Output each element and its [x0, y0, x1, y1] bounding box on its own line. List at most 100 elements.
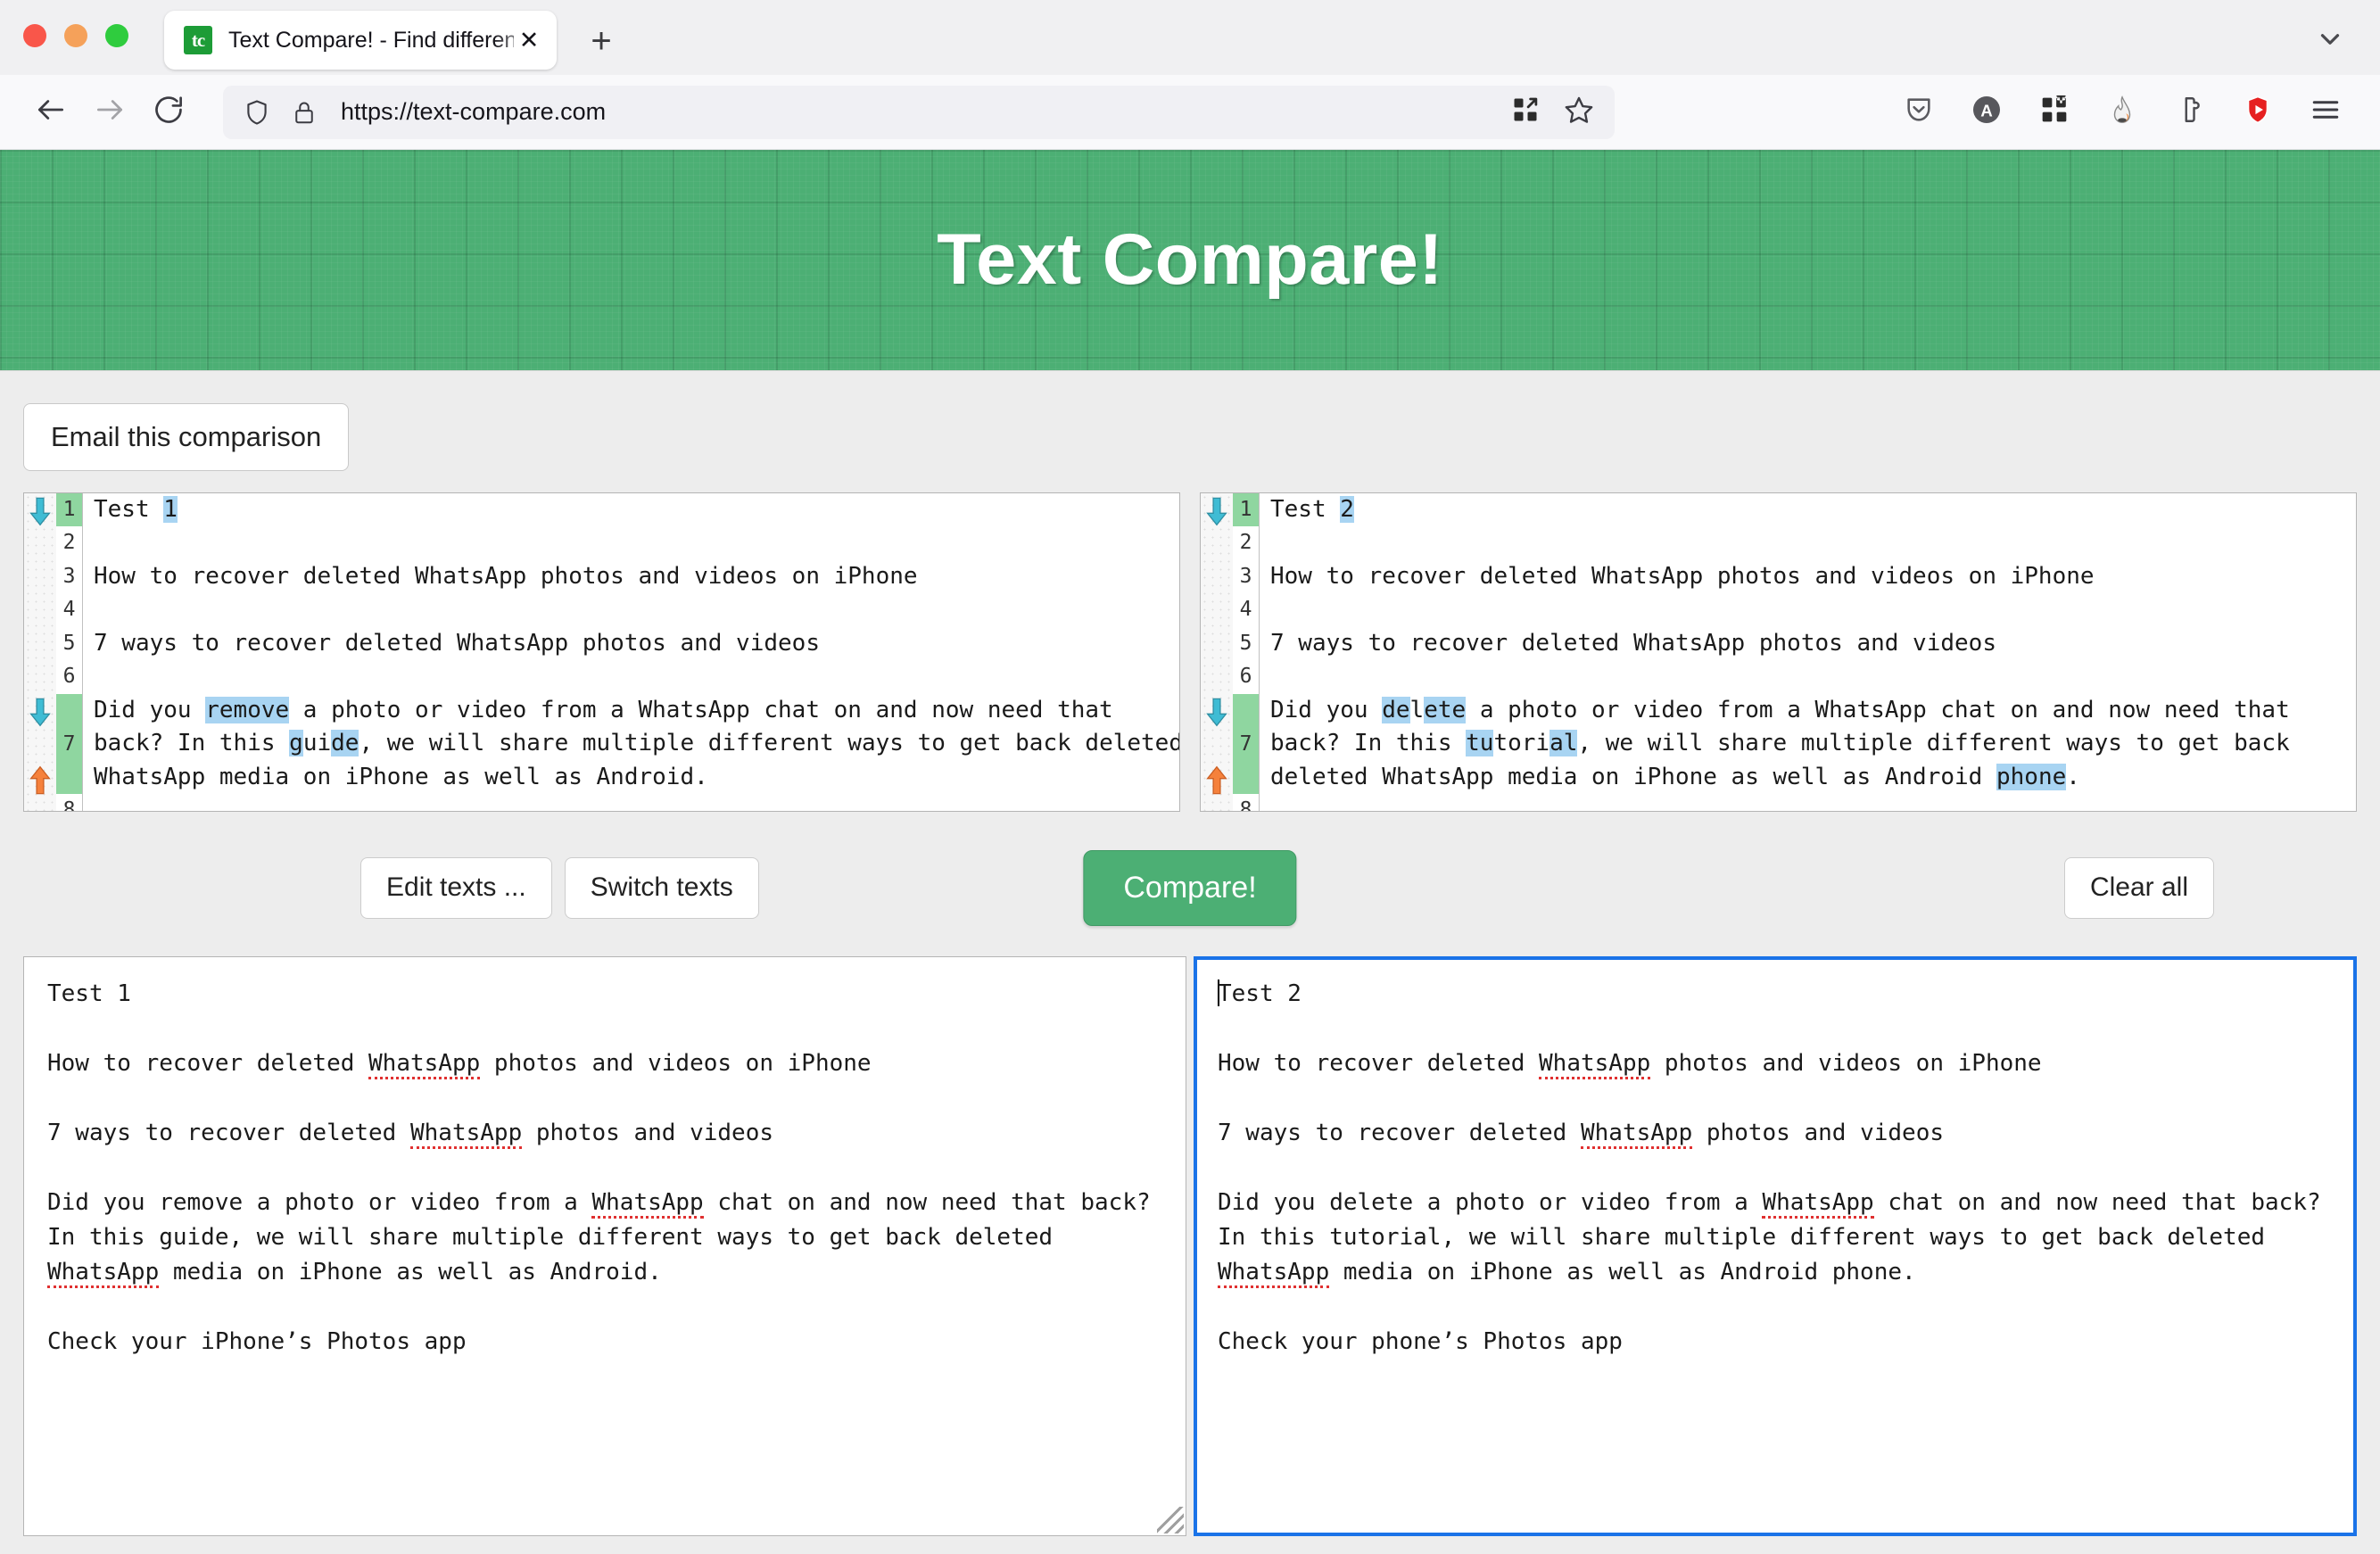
ta-right-l5-a: 7 ways to recover deleted — [1218, 1119, 1581, 1146]
diff-results: 1 2 3 4 5 6 7 8 9 Test 1 How to recover … — [23, 492, 2357, 812]
close-window-button[interactable] — [23, 24, 46, 47]
ta-right-l3-a: How to recover deleted — [1218, 1049, 1540, 1077]
diff-marker-down-icon[interactable] — [1205, 497, 1228, 527]
email-row: Email this comparison — [23, 371, 2357, 492]
list-all-tabs-button[interactable] — [2307, 20, 2353, 62]
ta-right-misspelled: WhatsApp — [1218, 1258, 1330, 1288]
pocket-save-button[interactable] — [1891, 85, 1946, 140]
chevron-down-icon — [2315, 24, 2345, 59]
address-bar[interactable]: https://text-compare.com — [223, 85, 1615, 139]
extensions-grid-icon — [1512, 96, 1539, 128]
diff-highlight: de — [1382, 696, 1410, 723]
diff-panel-left[interactable]: 1 2 3 4 5 6 7 8 9 Test 1 How to recover … — [23, 492, 1180, 812]
resize-handle[interactable] — [1157, 1507, 1184, 1533]
puzzle-extension-button[interactable] — [2162, 85, 2218, 140]
diff-para-c-mid: ui — [302, 730, 332, 757]
diff-para-e-post: . — [2066, 763, 2080, 790]
close-tab-button[interactable]: ✕ — [514, 25, 544, 55]
line-number: 5 — [1239, 631, 1252, 655]
diff-highlight: phone — [1996, 763, 2067, 790]
ta-left-l3-b: photos and videos on iPhone — [480, 1049, 872, 1077]
ta-left-misspelled: WhatsApp — [368, 1049, 481, 1079]
extensions-button[interactable] — [1502, 89, 1549, 136]
line-number: 7 — [56, 693, 82, 795]
browser-toolbar-actions: A — [1891, 85, 2357, 140]
flame-extension-button[interactable] — [2095, 85, 2150, 140]
app-menu-button[interactable] — [2298, 85, 2353, 140]
bookmark-button[interactable] — [1556, 89, 1602, 136]
line-number: 1 — [1233, 492, 1259, 527]
line-number: 6 — [1239, 665, 1252, 689]
line-number: 3 — [1239, 564, 1252, 588]
text-input-left[interactable]: Test 1 How to recover deleted WhatsApp p… — [23, 955, 1186, 1536]
line-number: 4 — [62, 598, 76, 622]
diff-para-c: back? In this — [1270, 730, 1467, 757]
line-number: 5 — [62, 631, 76, 655]
tab-strip: tc Text Compare! - Find differences ✕ + — [0, 0, 2380, 75]
diff-marker-down-icon[interactable] — [29, 698, 52, 728]
line-number: 8 — [1239, 798, 1252, 812]
page-viewport: Text Compare! Email this comparison 1 2 … — [0, 150, 2380, 1554]
navigation-toolbar: https://text-compare.com A — [0, 75, 2380, 150]
diff-para-c-mid: tori — [1493, 730, 1550, 757]
reload-button[interactable] — [141, 85, 196, 140]
diff-line-numbers-right: 1 2 3 4 5 6 7 8 9 — [1233, 492, 1260, 812]
ta-right-l7-a: Did you delete a photo or video from a — [1218, 1188, 1763, 1216]
diff-marker-down-icon[interactable] — [29, 497, 52, 527]
page-title: Text Compare! — [937, 219, 1443, 300]
url-text[interactable]: https://text-compare.com — [341, 98, 1497, 126]
back-button[interactable] — [23, 85, 79, 140]
account-button[interactable]: A — [1959, 85, 2014, 140]
diff-highlight: al — [1549, 730, 1578, 757]
ta-left-l5-b: photos and videos — [522, 1119, 773, 1146]
diff-marker-up-icon[interactable] — [1205, 765, 1228, 795]
padlock-icon[interactable] — [284, 99, 325, 126]
line-number: 1 — [56, 492, 82, 527]
diff-line-1-pre: Test — [94, 495, 164, 523]
forward-arrow-icon — [93, 93, 127, 131]
ta-right-l5-b: photos and videos — [1692, 1119, 1944, 1146]
compare-button[interactable]: Compare! — [1083, 850, 1297, 927]
diff-highlight: de — [331, 730, 359, 757]
diff-highlight: g — [289, 730, 303, 757]
puzzle-piece-icon — [2175, 95, 2205, 129]
line-number: 2 — [1239, 531, 1252, 555]
add-extension-button[interactable] — [2027, 85, 2082, 140]
ta-left-l3-a: How to recover deleted — [47, 1049, 369, 1077]
ta-right-misspelled: WhatsApp — [1581, 1119, 1693, 1149]
diff-marker-down-icon[interactable] — [1205, 698, 1228, 728]
diff-marker-up-icon[interactable] — [29, 765, 52, 795]
flame-icon — [2107, 95, 2137, 129]
new-tab-button[interactable]: + — [580, 20, 623, 62]
browser-tab[interactable]: tc Text Compare! - Find differences ✕ — [164, 11, 557, 70]
maximize-window-button[interactable] — [105, 24, 128, 47]
diff-highlight: remove — [205, 696, 290, 723]
email-comparison-button[interactable]: Email this comparison — [23, 403, 350, 471]
shield-icon[interactable] — [236, 98, 278, 127]
forward-button[interactable] — [82, 85, 137, 140]
text-input-row: Test 1 How to recover deleted WhatsApp p… — [23, 955, 2357, 1554]
switch-texts-button[interactable]: Switch texts — [564, 857, 759, 919]
action-button-row: Edit texts ... Switch texts Compare! Cle… — [23, 844, 2357, 933]
line-number: 7 — [1233, 693, 1259, 795]
ta-left-misspelled: WhatsApp — [410, 1119, 523, 1149]
diff-line-5: 7 ways to recover deleted WhatsApp photo… — [94, 629, 820, 657]
ta-right-l9: Check your phone’s Photos app — [1218, 1327, 1623, 1355]
brave-shields-button[interactable] — [2230, 85, 2285, 140]
back-arrow-icon — [34, 93, 68, 131]
text-input-right[interactable]: Test 2 How to recover deleted WhatsApp p… — [1194, 955, 2357, 1536]
diff-line-3: How to recover deleted WhatsApp photos a… — [94, 562, 918, 590]
diff-panel-right[interactable]: 1 2 3 4 5 6 7 8 9 Test 2 How to recover … — [1200, 492, 2357, 812]
ta-right-l3-b: photos and videos on iPhone — [1650, 1049, 2042, 1077]
account-circle-icon: A — [1971, 94, 2003, 130]
diff-gutter-left — [24, 492, 56, 811]
clear-all-button[interactable]: Clear all — [2063, 857, 2214, 919]
diff-para-a: Did you — [94, 696, 206, 723]
minimize-window-button[interactable] — [64, 24, 87, 47]
edit-texts-button[interactable]: Edit texts ... — [360, 857, 552, 919]
line-number: 3 — [62, 564, 76, 588]
ta-right-misspelled: WhatsApp — [1539, 1049, 1651, 1079]
diff-line-3: How to recover deleted WhatsApp photos a… — [1270, 562, 2095, 590]
diff-line-numbers-left: 1 2 3 4 5 6 7 8 9 — [56, 492, 83, 811]
address-bar-actions — [1502, 89, 1602, 136]
